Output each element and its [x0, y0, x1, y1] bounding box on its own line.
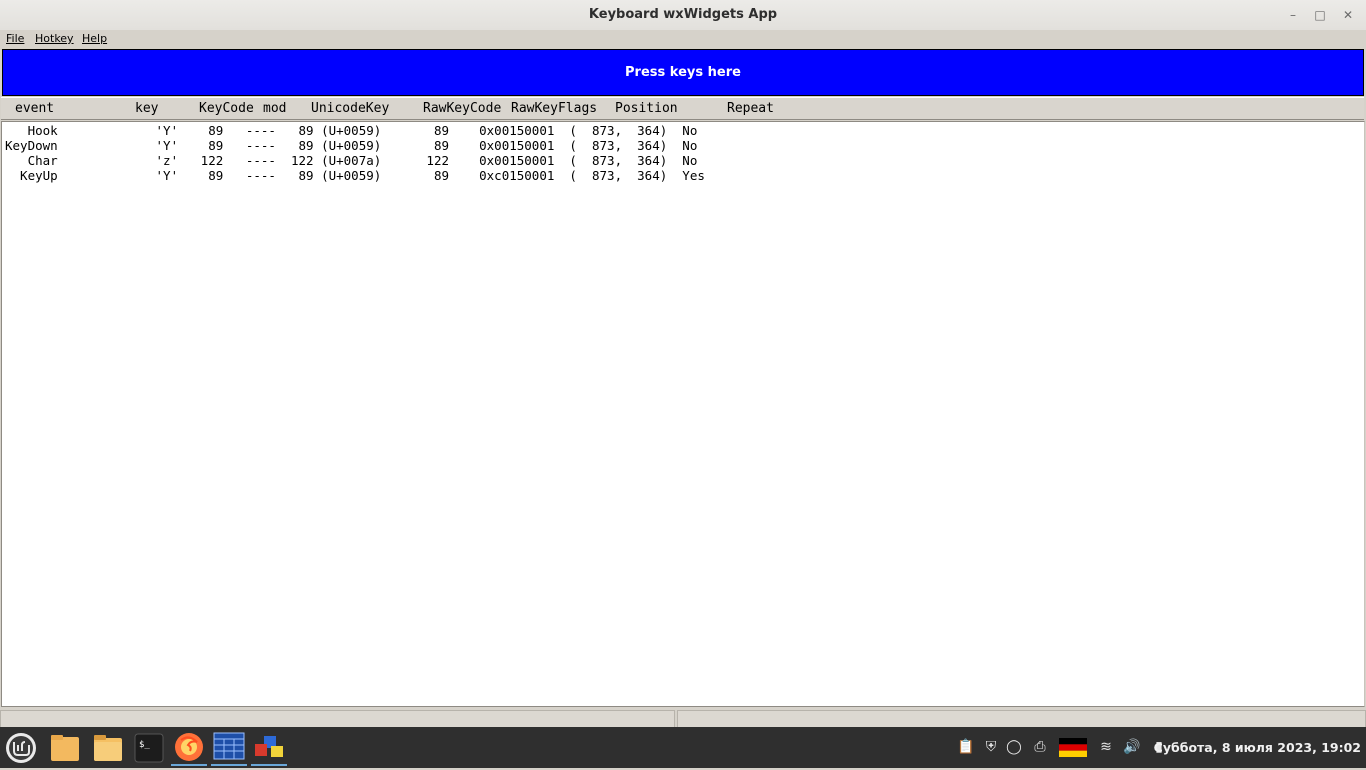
volume-icon[interactable]: 🔊 — [1123, 738, 1141, 756]
maximize-button[interactable]: □ — [1311, 6, 1329, 24]
mint-menu-icon[interactable] — [3, 730, 39, 766]
wxwidgets-app-icon[interactable] — [211, 730, 247, 766]
menu-bar: File Hotkey Help — [0, 30, 1366, 48]
log-line: Char 'z' 122 ---- 122 (U+007a) 122 0x001… — [5, 153, 698, 168]
wifi-icon[interactable]: ≋ — [1097, 738, 1115, 756]
status-pane-right — [677, 710, 1366, 728]
shield-icon[interactable]: ⛨ — [982, 738, 1000, 756]
column-event[interactable]: event — [15, 101, 54, 116]
column-key[interactable]: key — [135, 101, 158, 116]
svg-text:$_: $_ — [139, 740, 150, 750]
folder-icon[interactable] — [47, 730, 83, 766]
log-line: KeyDown 'Y' 89 ---- 89 (U+0059) 89 0x001… — [5, 138, 698, 153]
column-mod[interactable]: mod — [263, 101, 286, 116]
menu-help[interactable]: Help — [82, 32, 107, 45]
window-title: Keyboard wxWidgets App — [588, 7, 778, 22]
log-header: event key KeyCode mod UnicodeKey RawKeyC… — [1, 97, 1364, 120]
column-position[interactable]: Position — [615, 101, 678, 116]
close-button[interactable]: ✕ — [1339, 6, 1357, 24]
menu-file[interactable]: File — [6, 32, 24, 45]
minimize-button[interactable]: – — [1284, 6, 1302, 24]
keyboard-layout-flag-icon[interactable] — [1059, 738, 1087, 757]
status-bar — [0, 708, 1366, 728]
log-line: Hook 'Y' 89 ---- 89 (U+0059) 89 0x001500… — [5, 123, 698, 138]
keyboard-app-icon[interactable] — [251, 730, 287, 766]
title-bar: Keyboard wxWidgets App – □ ✕ — [0, 0, 1366, 31]
column-rawkeyflags[interactable]: RawKeyFlags — [511, 101, 597, 116]
column-unicodekey[interactable]: UnicodeKey — [311, 101, 389, 116]
menu-hotkey[interactable]: Hotkey — [35, 32, 74, 45]
column-keycode[interactable]: KeyCode — [199, 101, 254, 116]
clock[interactable]: Суббота, 8 июля 2023, 19:02 — [1154, 740, 1361, 755]
firefox-icon[interactable] — [171, 730, 207, 766]
files-icon[interactable] — [90, 730, 126, 766]
press-keys-area[interactable]: Press keys here — [2, 49, 1364, 96]
printer-icon[interactable]: ⎙ — [1031, 738, 1049, 756]
taskbar: $_ 📋 ⛨ ◯ ⎙ ≋ 🔊 ▮ Суббота, 8 июля 2023, 1… — [0, 727, 1366, 768]
column-rawkeycode[interactable]: RawKeyCode — [423, 101, 501, 116]
terminal-icon[interactable]: $_ — [131, 730, 167, 766]
column-repeat[interactable]: Repeat — [727, 101, 774, 116]
clipboard-icon[interactable]: 📋 — [957, 738, 975, 756]
log-line: KeyUp 'Y' 89 ---- 89 (U+0059) 89 0xc0150… — [5, 168, 705, 183]
lightbulb-icon[interactable]: ◯ — [1005, 738, 1023, 756]
status-pane-left — [0, 710, 675, 728]
event-log[interactable]: Hook 'Y' 89 ---- 89 (U+0059) 89 0x001500… — [1, 121, 1365, 707]
